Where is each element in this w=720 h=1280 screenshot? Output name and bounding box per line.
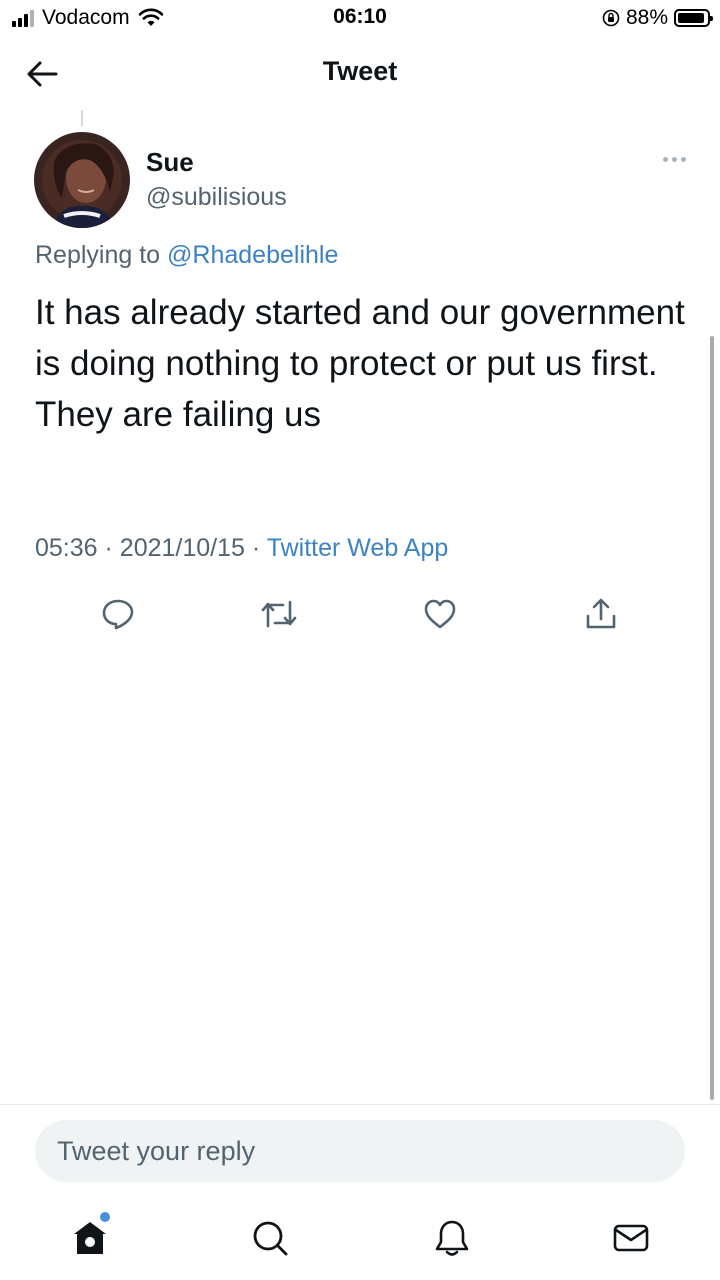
- new-content-dot: [100, 1212, 110, 1222]
- share-button[interactable]: [579, 592, 623, 636]
- battery-percentage: 88%: [625, 6, 668, 29]
- like-button[interactable]: [418, 592, 462, 636]
- user-handle[interactable]: @subilisious: [146, 183, 287, 212]
- share-icon: [586, 598, 616, 629]
- messages-icon: [613, 1224, 649, 1252]
- tab-search[interactable]: [246, 1214, 294, 1262]
- status-bar: Vodacom 06:10 88%: [0, 0, 720, 38]
- scrollbar[interactable]: [710, 336, 714, 1100]
- tweet-time: 05:36: [35, 534, 98, 562]
- battery-icon: [674, 9, 713, 27]
- retweet-button[interactable]: [257, 592, 301, 636]
- meta-separator: ·: [104, 534, 113, 562]
- more-dot-icon: [681, 157, 686, 162]
- tweet-actions: [0, 592, 720, 636]
- status-right: 88%: [602, 6, 713, 30]
- more-options-button[interactable]: [663, 157, 686, 162]
- orientation-lock-icon: [602, 9, 620, 27]
- replying-to-label: Replying to: [35, 241, 161, 269]
- reply-input[interactable]: [35, 1120, 685, 1182]
- tweet-text: It has already started and our governmen…: [35, 293, 685, 434]
- more-dot-icon: [663, 157, 668, 162]
- retweet-icon: [261, 600, 297, 628]
- notifications-icon: [435, 1220, 469, 1256]
- reply-icon: [102, 599, 134, 630]
- replying-to-line: Replying to @Rhadebelihle: [35, 241, 338, 270]
- tab-home[interactable]: [66, 1212, 114, 1262]
- search-icon: [253, 1221, 288, 1256]
- tab-messages[interactable]: [607, 1214, 655, 1262]
- tweet-metadata: 05:36 · 2021/10/15 · Twitter Web App: [35, 534, 448, 563]
- tweet-source[interactable]: Twitter Web App: [267, 534, 449, 562]
- bottom-tab-bar: [0, 1206, 720, 1270]
- replying-to-mention[interactable]: @Rhadebelihle: [167, 241, 338, 269]
- tweet-detail-screen: Vodacom 06:10 88% Tweet Sue @subilisious…: [0, 0, 720, 1280]
- like-icon: [424, 599, 456, 629]
- thread-connector-line: [81, 110, 83, 126]
- meta-separator: ·: [251, 534, 261, 562]
- more-dot-icon: [672, 157, 677, 162]
- divider: [0, 1104, 720, 1105]
- tab-notifications[interactable]: [428, 1214, 476, 1262]
- reply-button[interactable]: [96, 592, 140, 636]
- home-icon: [74, 1222, 106, 1254]
- avatar-photo: [34, 132, 130, 228]
- avatar[interactable]: [34, 132, 130, 228]
- page-title: Tweet: [322, 56, 398, 86]
- navigation-header: Tweet: [0, 42, 720, 106]
- tweet-date: 2021/10/15: [119, 534, 245, 562]
- user-display-name[interactable]: Sue: [146, 147, 194, 178]
